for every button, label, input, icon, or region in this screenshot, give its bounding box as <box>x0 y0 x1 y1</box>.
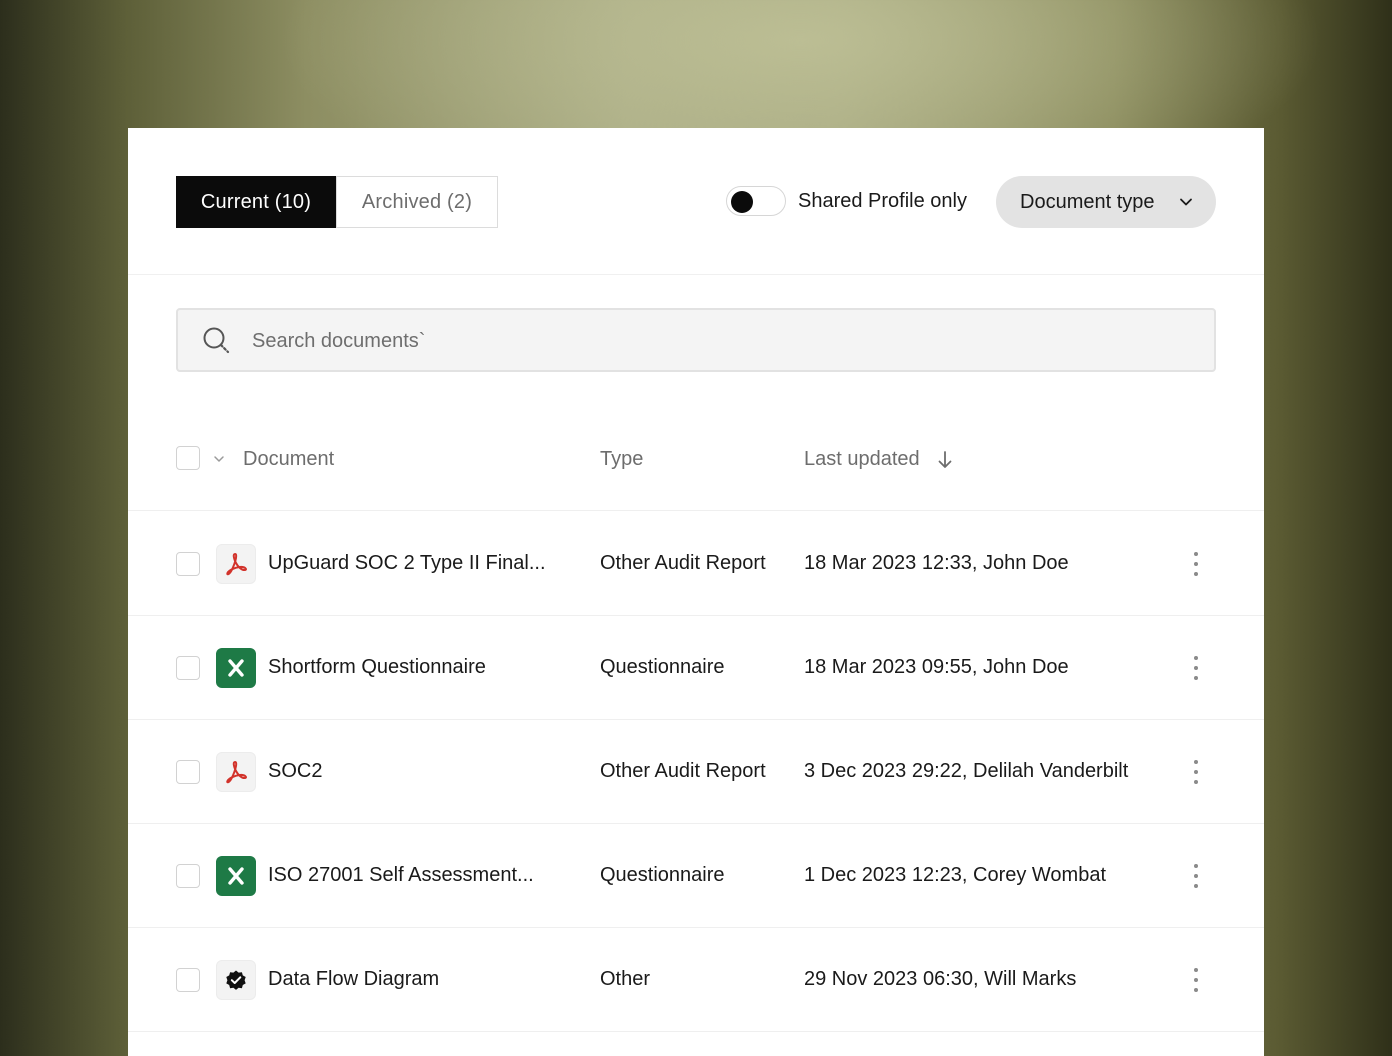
document-name[interactable]: Shortform Questionnaire <box>268 656 486 679</box>
toolbar: Current (10) Archived (2) Shared Profile… <box>128 128 1264 275</box>
more-options-icon[interactable] <box>1186 966 1206 994</box>
last-updated: 29 Nov 2023 06:30, Will Marks <box>804 968 1077 990</box>
more-options-icon[interactable] <box>1186 550 1206 578</box>
verified-badge-icon <box>216 960 256 1000</box>
document-name[interactable]: ISO 27001 Self Assessment... <box>268 864 534 887</box>
document-type: Other <box>600 968 651 990</box>
column-header-document[interactable]: Document <box>243 448 334 471</box>
pdf-icon <box>216 752 256 792</box>
last-updated: 18 Mar 2023 12:33, John Doe <box>804 552 1069 574</box>
pdf-icon <box>216 544 256 584</box>
chevron-down-icon <box>1180 198 1192 206</box>
row-checkbox[interactable] <box>176 760 200 784</box>
table-row[interactable]: Shortform Questionnaire Questionnaire 18… <box>128 616 1264 720</box>
document-type-label: Document type <box>1020 190 1155 213</box>
table-row[interactable]: SOC2 Other Audit Report 3 Dec 2023 29:22… <box>128 720 1264 824</box>
tab-current[interactable]: Current (10) <box>176 176 336 228</box>
shared-profile-toggle[interactable] <box>726 186 786 216</box>
more-options-icon[interactable] <box>1186 654 1206 682</box>
tab-archived[interactable]: Archived (2) <box>336 176 498 228</box>
search-icon <box>203 327 230 354</box>
documents-panel: Current (10) Archived (2) Shared Profile… <box>128 128 1264 1056</box>
column-header-type[interactable]: Type <box>600 448 643 471</box>
document-name[interactable]: SOC2 <box>268 760 322 783</box>
document-type: Other Audit Report <box>600 760 766 782</box>
row-checkbox[interactable] <box>176 656 200 680</box>
search-input[interactable] <box>252 326 1152 356</box>
table-row[interactable]: Data Flow Diagram Other 29 Nov 2023 06:3… <box>128 928 1264 1032</box>
document-type: Other Audit Report <box>600 552 766 574</box>
more-options-icon[interactable] <box>1186 862 1206 890</box>
document-type: Questionnaire <box>600 656 725 678</box>
document-name[interactable]: UpGuard SOC 2 Type II Final... <box>268 552 546 575</box>
last-updated: 3 Dec 2023 29:22, Delilah Vanderbilt <box>804 760 1129 782</box>
column-header-last-updated[interactable]: Last updated <box>804 448 920 471</box>
row-checkbox[interactable] <box>176 864 200 888</box>
chevron-down-icon[interactable] <box>212 452 226 466</box>
document-type-dropdown[interactable]: Document type <box>996 176 1216 228</box>
table-row[interactable]: ISO 27001 Self Assessment... Questionnai… <box>128 824 1264 928</box>
last-updated: 18 Mar 2023 09:55, John Doe <box>804 656 1069 678</box>
toggle-knob <box>731 191 753 213</box>
shared-profile-label: Shared Profile only <box>798 189 967 212</box>
row-checkbox[interactable] <box>176 552 200 576</box>
row-checkbox[interactable] <box>176 968 200 992</box>
tab-bar: Current (10) Archived (2) <box>176 176 498 228</box>
last-updated: 1 Dec 2023 12:23, Corey Wombat <box>804 864 1107 886</box>
table-header: Document Type Last updated <box>128 418 1264 511</box>
search-bar <box>176 308 1216 372</box>
document-type: Questionnaire <box>600 864 725 886</box>
more-options-icon[interactable] <box>1186 758 1206 786</box>
select-all-checkbox[interactable] <box>176 446 200 470</box>
table-row[interactable]: UpGuard SOC 2 Type II Final... Other Aud… <box>128 512 1264 616</box>
excel-icon <box>216 856 256 896</box>
sort-arrow-down-icon[interactable] <box>936 450 954 470</box>
shared-profile-filter: Shared Profile only <box>726 186 967 216</box>
document-name[interactable]: Data Flow Diagram <box>268 968 439 991</box>
excel-icon <box>216 648 256 688</box>
